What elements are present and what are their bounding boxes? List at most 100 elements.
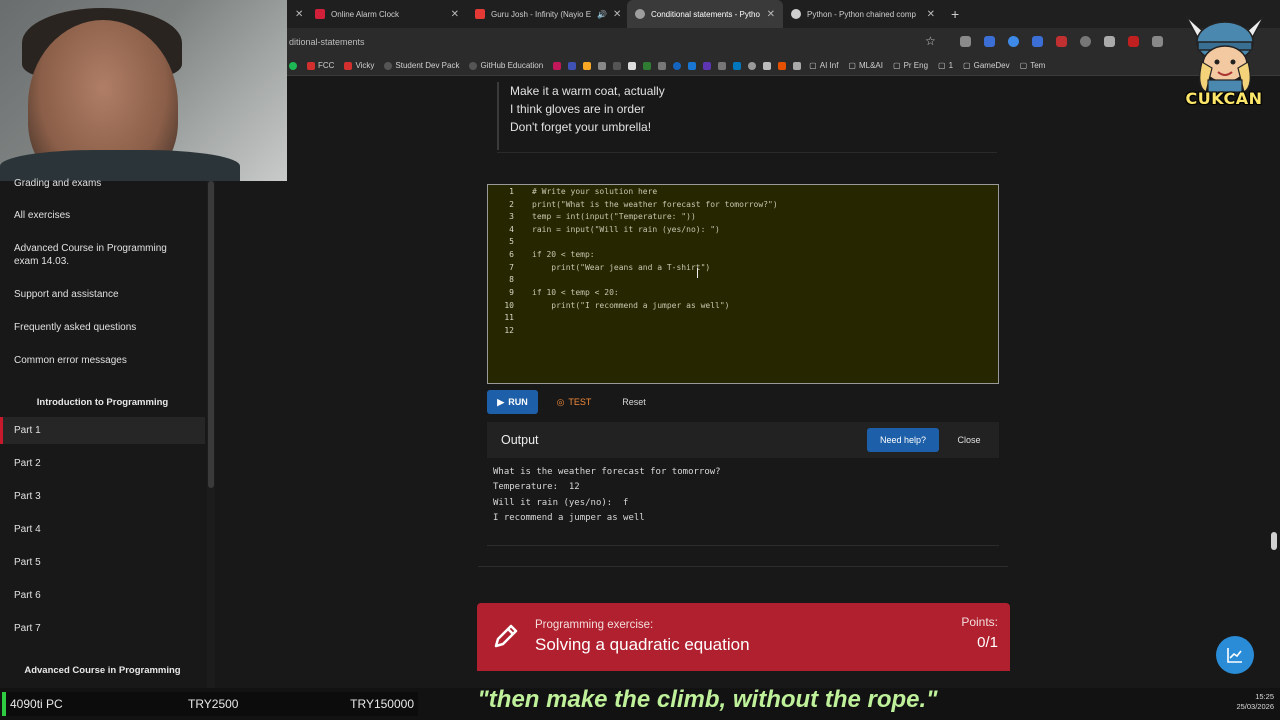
stream-subtitle: "then make the climb, without the rope." (477, 686, 938, 713)
bookmark-github-education[interactable]: GitHub Education (469, 61, 543, 70)
bookmark-folder-ml-ai[interactable]: ▢ ML&AI (848, 61, 883, 70)
code-line[interactable]: if 10 < temp < 20: (532, 288, 619, 297)
sidebar-section-advanced[interactable]: Advanced Course in Programming (0, 665, 205, 676)
bookmark-folder-1[interactable]: ▢ 1 (938, 61, 953, 70)
app-icon[interactable] (673, 61, 682, 70)
close-icon[interactable]: ✕ (767, 9, 775, 20)
status-indicator (2, 692, 6, 716)
exercise-card[interactable]: Programming exercise: Solving a quadrati… (477, 603, 1010, 671)
progress-stats-button[interactable] (1216, 636, 1254, 674)
system-clock[interactable]: 15:25 25/03/2026 (1222, 692, 1274, 712)
close-icon[interactable]: ✕ (295, 9, 303, 20)
app-icon[interactable] (583, 61, 592, 70)
pencil-icon (494, 624, 518, 648)
extension-icon[interactable] (1128, 36, 1139, 47)
pc-label: 4090ti PC (10, 697, 63, 711)
x-icon[interactable] (628, 61, 637, 70)
exercise-title: Solving a quadratic equation (535, 635, 750, 654)
sidebar-item-common-errors[interactable]: Common error messages (0, 354, 205, 367)
app-icon[interactable] (778, 61, 787, 70)
app-icon[interactable] (658, 61, 667, 70)
sidebar-item-part-2[interactable]: Part 2 (0, 457, 205, 470)
app-icon[interactable] (568, 61, 577, 70)
folder-icon[interactable] (793, 61, 802, 70)
app-icon[interactable] (718, 61, 727, 70)
sidebar-item-part-4[interactable]: Part 4 (0, 523, 205, 536)
extension-icon[interactable] (984, 36, 995, 47)
need-help-button[interactable]: Need help? (867, 428, 939, 452)
app-icon[interactable] (613, 61, 622, 70)
code-line[interactable]: print("I recommend a jumper as well") (532, 301, 729, 310)
bookmark-label: Tem (1030, 61, 1046, 70)
app-icon[interactable] (733, 61, 742, 70)
code-line[interactable]: temp = int(input("Temperature: ")) (532, 212, 696, 221)
app-icon[interactable] (763, 61, 772, 70)
folder-icon: ▢ (809, 61, 817, 70)
close-icon[interactable]: ✕ (613, 9, 621, 20)
bookmark-label: ML&AI (858, 61, 883, 70)
close-icon[interactable]: ✕ (927, 9, 935, 20)
bookmark-folder-gamedev[interactable]: ▢ GameDev (963, 61, 1010, 70)
app-icon[interactable] (553, 61, 562, 70)
extension-icon[interactable] (960, 36, 971, 47)
bookmark-label: FCC (318, 61, 335, 70)
extension-icon[interactable] (1056, 36, 1067, 47)
test-button[interactable]: ◎ TEST (546, 390, 602, 414)
bookmark-vicky[interactable]: Vicky (344, 61, 374, 70)
code-line[interactable]: # Write your solution here (532, 187, 657, 196)
run-button[interactable]: ▶ RUN (487, 390, 538, 414)
extension-icon[interactable] (1008, 36, 1019, 47)
code-editor[interactable]: 1 2 3 4 5 6 7 8 9 10 11 12 # Write your … (487, 184, 999, 384)
code-line[interactable]: if 20 < temp: (532, 250, 595, 259)
line-number: 7 (509, 263, 514, 272)
text-cursor (697, 268, 698, 278)
spotify-icon (289, 61, 297, 70)
url-text[interactable]: ditional-statements (289, 37, 365, 47)
speaker-icon[interactable]: 🔊 (597, 10, 607, 19)
tab-conditional-statements[interactable]: Conditional statements - Pytho ✕ (627, 0, 783, 28)
sidebar-item-part-7[interactable]: Part 7 (0, 622, 205, 635)
bookmark-fcc[interactable]: FCC (307, 61, 334, 70)
app-icon[interactable] (748, 61, 757, 70)
new-tab-button[interactable]: + (943, 0, 967, 28)
star-icon[interactable]: ☆ (925, 34, 936, 48)
close-icon[interactable]: ✕ (451, 9, 459, 20)
sidebar-item-exam[interactable]: Advanced Course in Programming exam 14.0… (0, 242, 190, 268)
extension-icon[interactable] (1032, 36, 1043, 47)
reset-button[interactable]: Reset (612, 390, 656, 414)
app-icon[interactable] (598, 61, 607, 70)
app-icon[interactable] (643, 61, 652, 70)
code-line[interactable]: print("What is the weather forecast for … (532, 200, 778, 209)
tab-guru-josh[interactable]: Guru Josh - Infinity (Nayio E 🔊 ✕ (467, 0, 627, 28)
tab-online-alarm-clock[interactable]: Online Alarm Clock ✕ (307, 0, 467, 28)
test-label: TEST (568, 397, 592, 407)
bookmark-student-dev-pack[interactable]: Student Dev Pack (384, 61, 459, 70)
extension-icon[interactable] (1080, 36, 1091, 47)
sidebar-item-part-5[interactable]: Part 5 (0, 556, 205, 569)
app-icon[interactable] (688, 61, 697, 70)
sidebar-scrollbar[interactable] (208, 181, 214, 488)
tab-previous-close[interactable]: ✕ (287, 0, 307, 28)
extension-icon[interactable] (1104, 36, 1115, 47)
sidebar-item-part-3[interactable]: Part 3 (0, 490, 205, 503)
page-scrollbar[interactable] (1271, 532, 1277, 550)
sidebar-item-support[interactable]: Support and assistance (0, 288, 205, 301)
close-button[interactable]: Close (947, 428, 991, 452)
sidebar-item-part-6[interactable]: Part 6 (0, 589, 205, 602)
bookmark-spotify[interactable] (289, 61, 297, 70)
sidebar-section-intro[interactable]: Introduction to Programming (0, 397, 205, 408)
sidebar-item-part-1[interactable]: Part 1 (0, 417, 205, 444)
sidebar-item-faq[interactable]: Frequently asked questions (0, 321, 205, 334)
app-icon[interactable] (703, 61, 712, 70)
bookmark-folder-pr-eng[interactable]: ▢ Pr Eng (893, 61, 928, 70)
extension-icon[interactable] (1152, 36, 1163, 47)
tab-python-chained[interactable]: Python - Python chained comp ✕ (783, 0, 943, 28)
code-line[interactable]: print("Wear jeans and a T-shirt") (532, 263, 710, 272)
bookmark-folder-tem[interactable]: ▢ Tem (1020, 61, 1046, 70)
code-line[interactable]: rain = input("Will it rain (yes/no): ") (532, 225, 720, 234)
sidebar-item-grading[interactable]: Grading and exams (0, 177, 205, 190)
youtube-favicon-icon (475, 9, 485, 19)
example-output-line: Don't forget your umbrella! (510, 120, 652, 134)
sidebar-item-all-exercises[interactable]: All exercises (0, 209, 205, 222)
bookmark-folder-ai-inf[interactable]: ▢ AI Inf (809, 61, 838, 70)
